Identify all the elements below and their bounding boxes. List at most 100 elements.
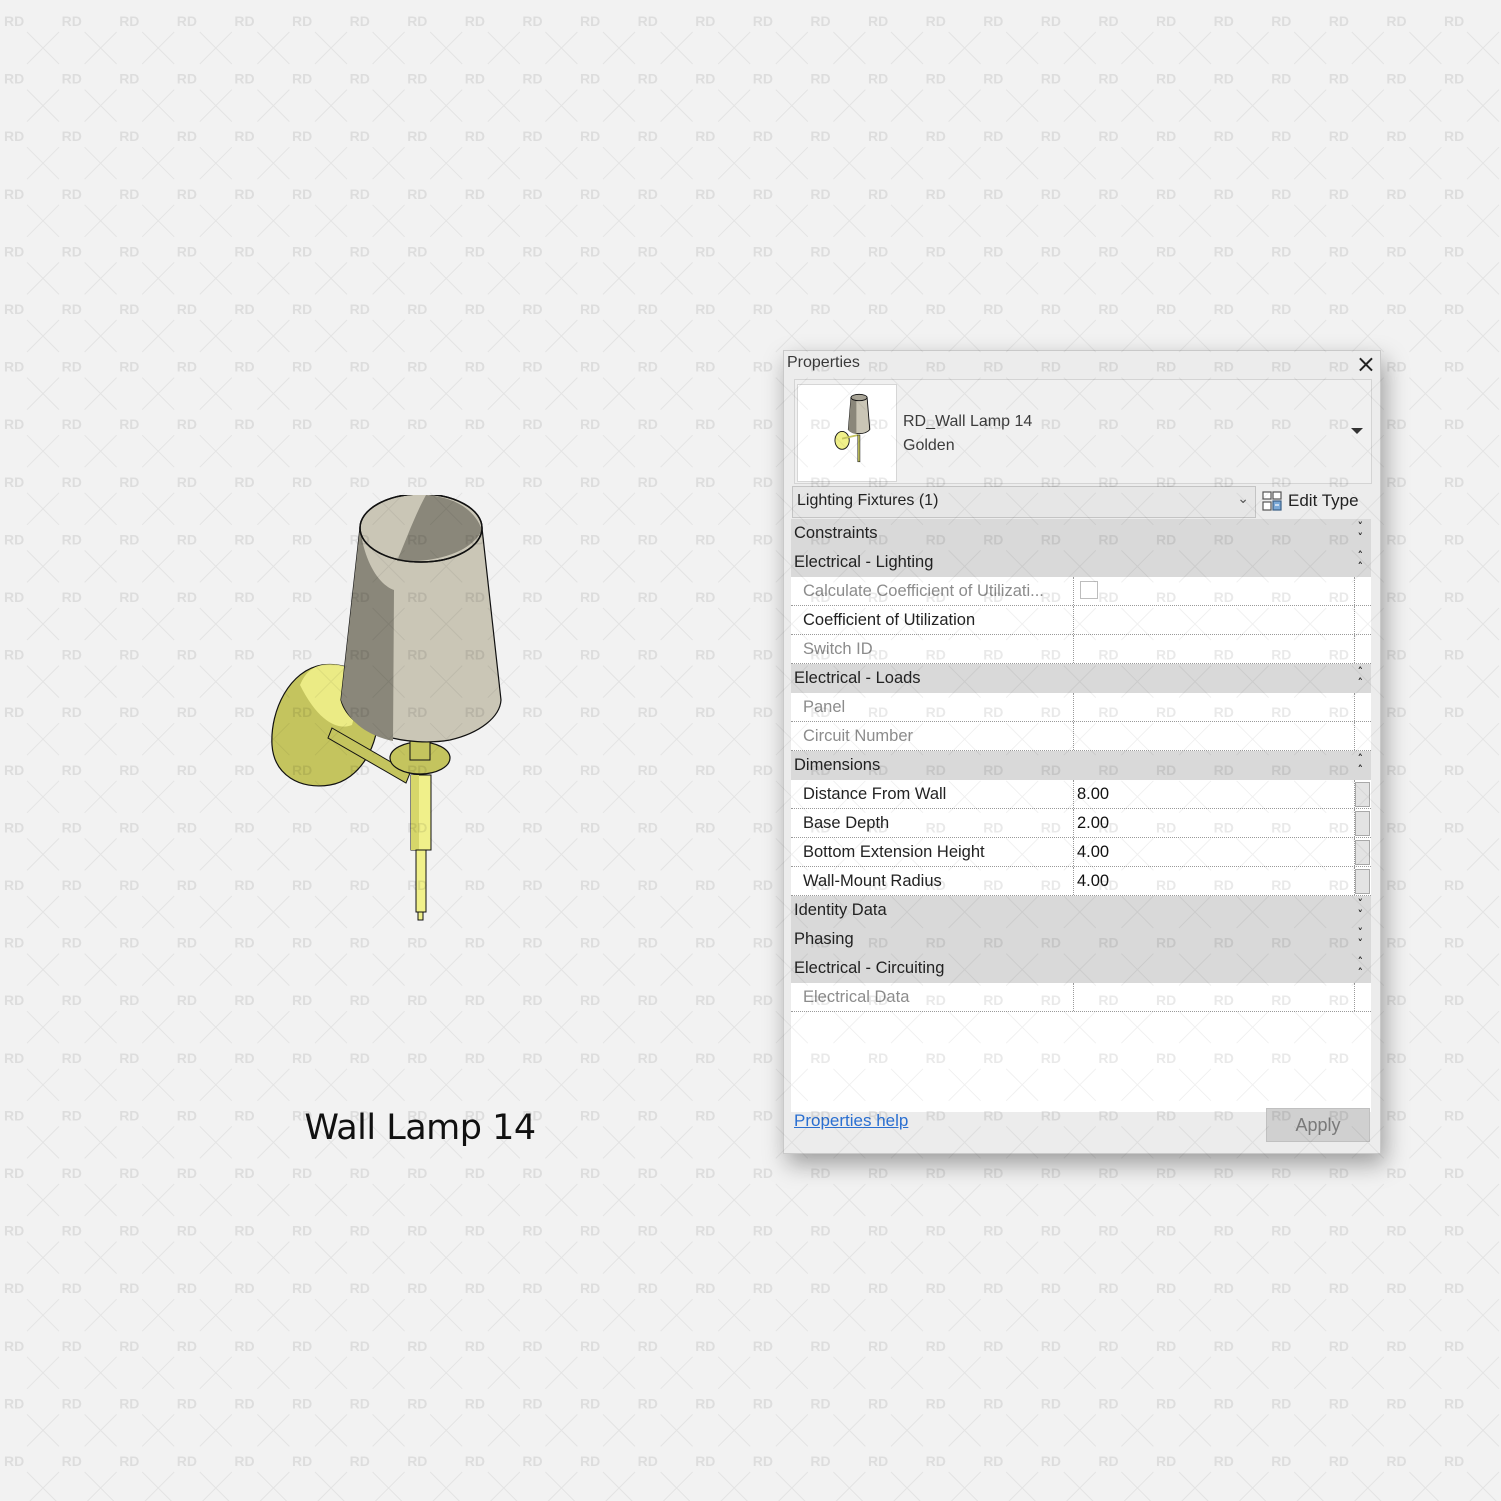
watermark-text: RD	[1386, 762, 1406, 778]
watermark-text: RD	[580, 13, 600, 29]
type-variant: Golden	[903, 437, 955, 454]
watermark-text: RD	[407, 935, 427, 951]
property-value-field[interactable]	[1073, 606, 1355, 634]
watermark-text: RD	[1041, 243, 1061, 259]
group-header[interactable]: Constraints ˅ ˅	[791, 519, 1371, 548]
watermark-cross	[26, 1414, 60, 1447]
caret-down-icon[interactable]	[1351, 428, 1363, 434]
group-header[interactable]: Electrical - Loads ˄ ˄	[791, 664, 1371, 693]
associate-parameter-button[interactable]	[1355, 782, 1370, 807]
watermark-cross	[1293, 89, 1327, 122]
collapse-icon[interactable]: ˄ ˄	[1358, 753, 1364, 775]
watermark-cross	[660, 31, 693, 65]
watermark-cross	[372, 1471, 405, 1501]
expand-icon[interactable]: ˅ ˅	[1358, 927, 1364, 949]
checkbox[interactable]	[1080, 581, 1098, 599]
watermark-cross	[487, 434, 521, 468]
watermark-text: RD	[522, 877, 542, 893]
watermark-text: RD	[1386, 13, 1406, 29]
watermark-text: RD	[580, 1223, 600, 1239]
watermark-text: RD	[350, 13, 370, 29]
associate-parameter-button[interactable]	[1355, 869, 1370, 894]
watermark-cross	[1121, 146, 1154, 180]
properties-help-link[interactable]: Properties help	[794, 1111, 908, 1131]
group-header[interactable]: Electrical - Circuiting ˄ ˄	[791, 954, 1371, 983]
associate-parameter-button[interactable]	[1355, 840, 1370, 865]
watermark-cross	[545, 492, 578, 526]
property-name: Panel	[803, 698, 846, 716]
watermark-cross	[948, 1183, 981, 1217]
watermark-cross	[660, 319, 693, 353]
watermark-text: RD	[1098, 1280, 1118, 1296]
watermark-cross	[141, 665, 175, 698]
property-value-field[interactable]: 8.00	[1073, 780, 1355, 808]
property-value-field[interactable]: 4.00	[1073, 838, 1355, 866]
watermark-text: RD	[638, 589, 658, 605]
watermark-text: RD	[119, 243, 139, 259]
watermark-text: RD	[695, 1050, 715, 1066]
property-value-field	[1073, 722, 1355, 750]
property-value-field	[1073, 693, 1355, 721]
watermark-text: RD	[62, 935, 82, 951]
group-header[interactable]: Identity Data ˅ ˅	[791, 896, 1371, 925]
property-row: Circuit Number	[791, 722, 1371, 751]
watermark-cross	[602, 204, 636, 238]
watermark-text: RD	[1214, 71, 1234, 87]
watermark-cross	[1063, 1241, 1097, 1274]
watermark-text: RD	[292, 359, 312, 375]
property-value: 4.00	[1077, 872, 1110, 890]
apply-button[interactable]: Apply	[1266, 1108, 1370, 1142]
watermark-text: RD	[983, 1395, 1003, 1411]
group-header[interactable]: Dimensions ˄ ˄	[791, 751, 1371, 780]
group-header[interactable]: Electrical - Lighting ˄ ˄	[791, 548, 1371, 577]
expand-icon[interactable]: ˅ ˅	[1358, 898, 1364, 920]
watermark-cross	[1351, 1183, 1385, 1217]
watermark-cross	[84, 492, 117, 526]
collapse-icon[interactable]: ˄ ˄	[1358, 956, 1364, 978]
group-label: Electrical - Loads	[794, 669, 921, 687]
watermark-cross	[141, 31, 175, 65]
watermark-cross	[429, 1068, 463, 1102]
watermark-cross	[660, 1183, 693, 1217]
property-row: Coefficient of Utilization	[791, 606, 1371, 635]
watermark-cross	[602, 953, 636, 986]
watermark-text: RD	[234, 301, 254, 317]
watermark-text: RD	[407, 1050, 427, 1066]
watermark-text: RD	[1386, 186, 1406, 202]
watermark-cross	[257, 1183, 290, 1217]
instance-filter-dropdown[interactable]: Lighting Fixtures (1) ⌄	[792, 486, 1256, 518]
watermark-text: RD	[983, 301, 1003, 317]
watermark-cross	[1409, 838, 1442, 871]
watermark-text: RD	[1329, 1280, 1349, 1296]
watermark-text: RD	[119, 647, 139, 663]
collapse-icon[interactable]: ˄ ˄	[1358, 550, 1364, 572]
watermark-cross	[199, 953, 233, 986]
watermark-text: RD	[407, 128, 427, 144]
watermark-text: RD	[522, 128, 542, 144]
collapse-icon[interactable]: ˄ ˄	[1358, 666, 1364, 688]
watermark-cross	[141, 146, 175, 180]
watermark-cross	[141, 1298, 175, 1332]
watermark-cross	[948, 1241, 981, 1274]
watermark-text: RD	[580, 128, 600, 144]
watermark-text: RD	[465, 474, 485, 490]
expand-icon[interactable]: ˅ ˅	[1358, 521, 1364, 543]
property-value-field[interactable]: 4.00	[1073, 867, 1355, 895]
type-selector[interactable]: RD_Wall Lamp 14 Golden	[794, 379, 1372, 484]
watermark-cross	[199, 1241, 233, 1274]
close-icon[interactable]: ×	[1356, 350, 1376, 378]
watermark-text: RD	[1444, 186, 1464, 202]
associate-parameter-button[interactable]	[1355, 811, 1370, 836]
watermark-text: RD	[868, 1395, 888, 1411]
edit-type-button[interactable]: Edit Type	[1262, 487, 1359, 515]
watermark-cross	[199, 550, 233, 583]
watermark-cross	[1293, 319, 1327, 353]
watermark-cross	[1466, 1414, 1500, 1447]
watermark-cross	[833, 31, 866, 65]
watermark-text: RD	[638, 71, 658, 87]
watermark-cross	[1409, 780, 1442, 814]
group-header[interactable]: Phasing ˅ ˅	[791, 925, 1371, 954]
watermark-cross	[545, 262, 578, 295]
watermark-cross	[84, 1298, 117, 1332]
property-value-field[interactable]: 2.00	[1073, 809, 1355, 837]
